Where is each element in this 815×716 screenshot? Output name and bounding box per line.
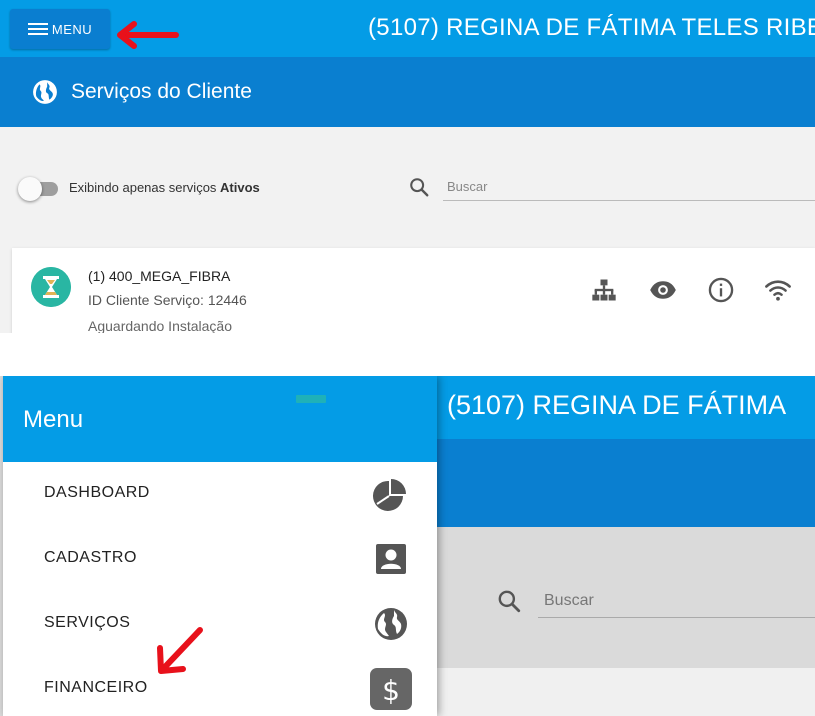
globe-icon — [33, 80, 57, 104]
red-arrow-left-icon — [117, 21, 179, 49]
service-name: (1) 400_MEGA_FIBRA — [88, 268, 231, 284]
network-icon[interactable] — [590, 276, 618, 304]
globe-icon — [375, 608, 407, 640]
dollar-icon: $ — [370, 668, 412, 710]
search-input[interactable] — [538, 585, 815, 618]
wifi-icon[interactable] — [764, 276, 792, 304]
menu-item-cadastro[interactable]: CADASTRO — [3, 527, 437, 591]
section-title: Serviços do Cliente — [71, 80, 252, 103]
search-icon — [498, 590, 521, 613]
menu-item-label: FINANCEIRO — [44, 679, 148, 696]
menu-item-label: CADASTRO — [44, 549, 137, 566]
bottom-screenshot: (5107) REGINA DE FÁTIMA Menu DASHBOARD C… — [0, 376, 815, 716]
client-title: (5107) REGINA DE FÁTIMA — [447, 390, 787, 420]
section-header — [437, 439, 815, 527]
menu-item-financeiro[interactable]: FINANCEIRO $ — [3, 657, 437, 716]
drawer-title: Menu — [23, 406, 84, 433]
client-title: (5107) REGINA DE FÁTIMA TELES RIBE — [368, 14, 815, 41]
contact-card-icon — [376, 544, 406, 574]
toggle-knob[interactable] — [18, 177, 42, 201]
eye-icon[interactable] — [649, 276, 677, 304]
filter-label: Exibindo apenas serviços Ativos — [69, 180, 260, 195]
drawer-handle — [296, 395, 326, 403]
menu-item-servicos[interactable]: SERVIÇOS — [3, 592, 437, 656]
top-screenshot: MENU (5107) REGINA DE FÁTIMA TELES RIBE … — [0, 0, 815, 333]
info-icon[interactable] — [707, 276, 735, 304]
content-card — [437, 668, 815, 716]
hourglass-icon — [31, 267, 71, 307]
search-icon — [410, 178, 429, 197]
hamburger-icon — [27, 22, 48, 36]
menu-item-label: SERVIÇOS — [44, 614, 131, 631]
svg-text:$: $ — [382, 674, 400, 707]
menu-item-dashboard[interactable]: DASHBOARD — [3, 462, 437, 526]
menu-button-label: MENU — [51, 21, 93, 37]
pie-chart-icon — [373, 479, 406, 511]
menu-item-label: DASHBOARD — [44, 484, 150, 501]
red-arrow-down-left-icon — [157, 627, 203, 674]
search-input[interactable] — [443, 172, 815, 201]
service-id: ID Cliente Serviço: 12446 — [88, 292, 247, 308]
menu-button[interactable]: MENU — [10, 9, 110, 49]
service-status: Aguardando Instalação — [88, 318, 232, 333]
